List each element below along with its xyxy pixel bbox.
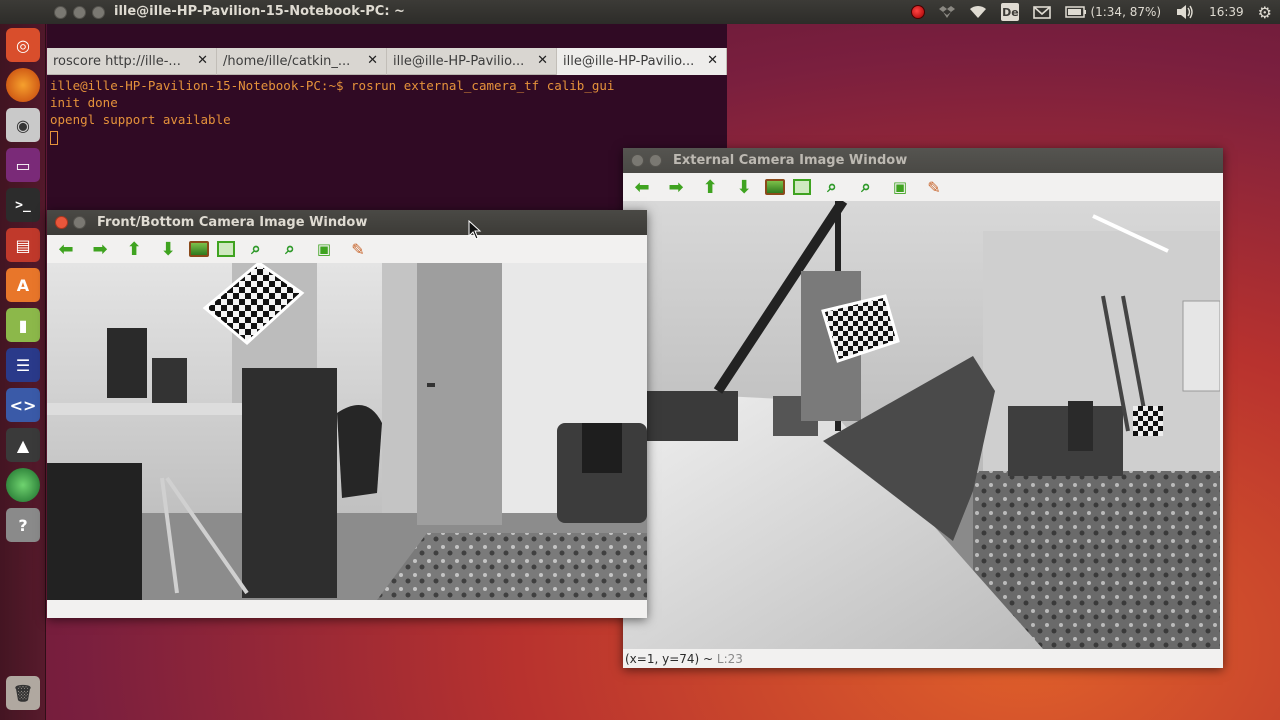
close-tab-icon[interactable]: ✕ bbox=[707, 53, 718, 68]
front-camera-window[interactable]: Front/Bottom Camera Image Window ⬅ ➡ ⬆ ⬇… bbox=[47, 210, 647, 618]
terminal-tab-bar: roscore http://ille-... ✕ /home/ille/catk… bbox=[47, 48, 727, 75]
minimize-window-button[interactable] bbox=[649, 154, 662, 167]
maximize-window-button[interactable] bbox=[92, 6, 105, 19]
record-icon[interactable] bbox=[911, 0, 926, 24]
zoom-out-icon[interactable]: ⌕ bbox=[853, 175, 879, 199]
external-window-statusbar: (x=1, y=74) ~ L:23 bbox=[623, 650, 1223, 668]
clock[interactable]: 16:39 bbox=[1209, 0, 1244, 24]
minimize-window-button[interactable] bbox=[73, 6, 86, 19]
zoom-fit-icon[interactable] bbox=[217, 241, 235, 257]
arrow-left-icon[interactable]: ⬅ bbox=[53, 237, 79, 261]
text-cursor bbox=[50, 130, 58, 145]
terminal-tab[interactable]: roscore http://ille-... ✕ bbox=[47, 48, 217, 75]
active-window-title: ille@ille-HP-Pavilion-15-Notebook-PC: ~ bbox=[114, 4, 405, 19]
arrow-left-icon[interactable]: ⬅ bbox=[629, 175, 655, 199]
volume-icon[interactable] bbox=[1175, 0, 1195, 24]
cursor-coords: (x=1, y=74) ~ bbox=[625, 652, 714, 666]
globe-icon[interactable] bbox=[6, 468, 40, 502]
arrow-up-icon[interactable]: ⬆ bbox=[121, 237, 147, 261]
top-panel: ille@ille-HP-Pavilion-15-Notebook-PC: ~ … bbox=[0, 0, 1280, 24]
keyboard-icon[interactable]: De bbox=[1001, 0, 1020, 24]
terminal-tab-active[interactable]: ille@ille-HP-Pavilio... ✕ bbox=[557, 48, 727, 75]
front-camera-image[interactable] bbox=[47, 263, 647, 600]
ubuntu-dash-icon[interactable]: ◎ bbox=[6, 28, 40, 62]
clear-brush-icon[interactable]: ✎ bbox=[921, 175, 947, 199]
image-icon[interactable] bbox=[765, 179, 785, 195]
firefox-icon[interactable] bbox=[6, 68, 40, 102]
rviz-icon[interactable]: ▲ bbox=[6, 428, 40, 462]
screen-icon[interactable]: ▭ bbox=[6, 148, 40, 182]
close-window-button[interactable] bbox=[54, 6, 67, 19]
clear-brush-icon[interactable]: ✎ bbox=[345, 237, 371, 261]
code-editor-icon[interactable]: <> bbox=[6, 388, 40, 422]
terminal-line: init done bbox=[50, 95, 118, 110]
terminal-icon[interactable]: >_ bbox=[6, 188, 40, 222]
external-window-titlebar[interactable]: External Camera Image Window bbox=[623, 148, 1223, 173]
file-manager-icon[interactable]: ▮ bbox=[6, 308, 40, 342]
camera-icon[interactable]: ◉ bbox=[6, 108, 40, 142]
close-window-button[interactable] bbox=[55, 216, 68, 229]
window-title: Front/Bottom Camera Image Window bbox=[97, 215, 368, 230]
zoom-fit-icon[interactable] bbox=[793, 179, 811, 195]
image-toolbar: ⬅ ➡ ⬆ ⬇ ⌕ ⌕ ▣ ✎ bbox=[47, 235, 647, 263]
trash-icon[interactable]: 🗑 bbox=[6, 676, 40, 710]
launcher: ◎ ◉ ▭ >_ ▤ A ▮ ☰ <> ▲ ? 🗑 bbox=[0, 24, 46, 720]
zoom-out-icon[interactable]: ⌕ bbox=[277, 237, 303, 261]
mouse-pointer-icon bbox=[468, 220, 482, 240]
arrow-right-icon[interactable]: ➡ bbox=[663, 175, 689, 199]
window-title: External Camera Image Window bbox=[673, 153, 908, 168]
zoom-in-icon[interactable]: ⌕ bbox=[819, 175, 845, 199]
arrow-down-icon[interactable]: ⬇ bbox=[731, 175, 757, 199]
terminal-tab[interactable]: /home/ille/catkin_... ✕ bbox=[217, 48, 387, 75]
close-window-button[interactable] bbox=[631, 154, 644, 167]
arrow-down-icon[interactable]: ⬇ bbox=[155, 237, 181, 261]
save-icon[interactable]: ▣ bbox=[311, 237, 337, 261]
image-icon[interactable] bbox=[189, 241, 209, 257]
minimize-window-button[interactable] bbox=[73, 216, 86, 229]
terminal-line: ille@ille-HP-Pavilion-15-Notebook-PC:~$ … bbox=[50, 78, 615, 93]
battery-text: (1:34, 87%) bbox=[1090, 5, 1162, 19]
arrow-up-icon[interactable]: ⬆ bbox=[697, 175, 723, 199]
monitor-icon[interactable]: ☰ bbox=[6, 348, 40, 382]
terminal-output[interactable]: ille@ille-HP-Pavilion-15-Notebook-PC:~$ … bbox=[50, 77, 614, 145]
external-camera-image[interactable] bbox=[623, 201, 1220, 649]
terminal-tab[interactable]: ille@ille-HP-Pavilio... ✕ bbox=[387, 48, 557, 75]
close-tab-icon[interactable]: ✕ bbox=[197, 53, 208, 68]
window-controls bbox=[54, 6, 105, 19]
front-window-statusbar bbox=[47, 600, 647, 618]
files-icon[interactable]: ▤ bbox=[6, 228, 40, 262]
wifi-icon[interactable] bbox=[969, 0, 987, 24]
front-window-titlebar[interactable]: Front/Bottom Camera Image Window bbox=[47, 210, 647, 235]
help-icon[interactable]: ? bbox=[6, 508, 40, 542]
image-toolbar: ⬅ ➡ ⬆ ⬇ ⌕ ⌕ ▣ ✎ bbox=[623, 173, 1223, 201]
pixel-value: L:23 bbox=[716, 652, 743, 666]
close-tab-icon[interactable]: ✕ bbox=[537, 53, 548, 68]
dropbox-icon[interactable] bbox=[939, 0, 956, 24]
mail-icon[interactable] bbox=[1033, 0, 1052, 24]
save-icon[interactable]: ▣ bbox=[887, 175, 913, 199]
zoom-in-icon[interactable]: ⌕ bbox=[243, 237, 269, 261]
battery-indicator[interactable]: (1:34, 87%) bbox=[1065, 0, 1161, 24]
external-camera-window[interactable]: External Camera Image Window ⬅ ➡ ⬆ ⬇ ⌕ ⌕… bbox=[623, 148, 1223, 668]
terminal-line: opengl support available bbox=[50, 112, 231, 127]
settings-gear-icon[interactable]: ⚙ bbox=[1258, 0, 1272, 24]
close-tab-icon[interactable]: ✕ bbox=[367, 53, 378, 68]
arrow-right-icon[interactable]: ➡ bbox=[87, 237, 113, 261]
battery-icon bbox=[1065, 6, 1087, 18]
software-center-icon[interactable]: A bbox=[6, 268, 40, 302]
indicator-area: De (1:34, 87%) 16:39 ⚙ bbox=[911, 0, 1272, 24]
